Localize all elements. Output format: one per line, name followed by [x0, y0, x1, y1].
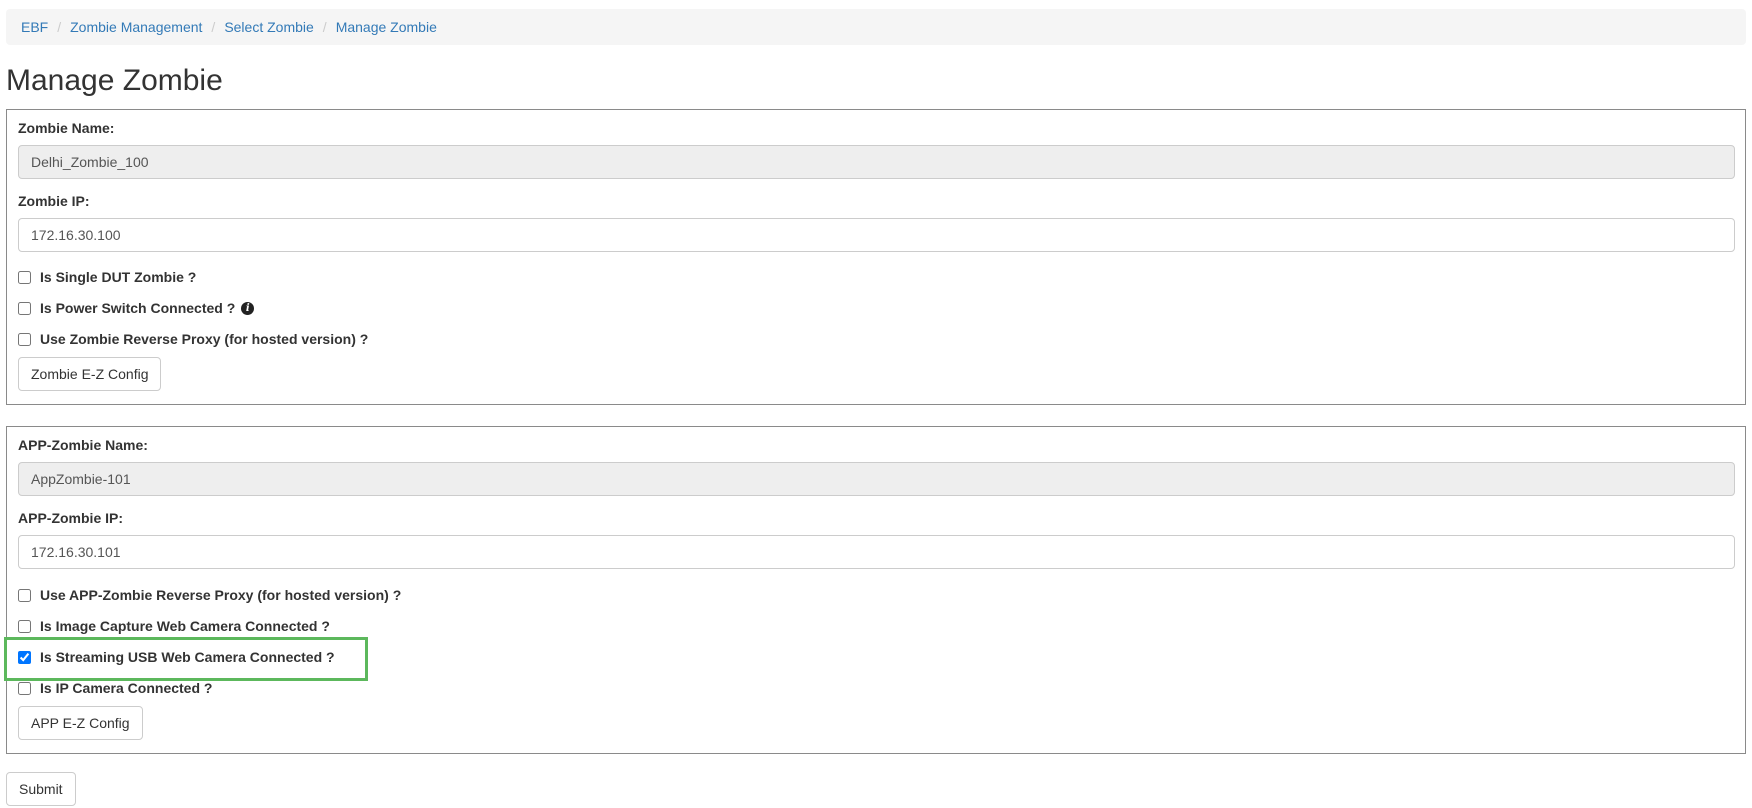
single-dut-checkbox[interactable] [18, 270, 31, 284]
reverse-proxy-label: Use Zombie Reverse Proxy (for hosted ver… [40, 331, 369, 347]
power-switch-row: Is Power Switch Connected ? i [18, 300, 255, 316]
app-reverse-proxy-label: Use APP-Zombie Reverse Proxy (for hosted… [40, 587, 402, 603]
ip-camera-label: Is IP Camera Connected ? [40, 680, 213, 696]
breadcrumb-zombie-management[interactable]: Zombie Management [70, 19, 202, 35]
breadcrumb: EBF / Zombie Management / Select Zombie … [6, 9, 1746, 45]
app-reverse-proxy-checkbox[interactable] [18, 588, 31, 602]
zombie-ez-config-button[interactable]: Zombie E-Z Config [18, 357, 162, 391]
app-zombie-panel: APP-Zombie Name: APP-Zombie IP: Use APP-… [6, 426, 1746, 754]
zombie-ip-input[interactable] [18, 218, 1735, 252]
image-capture-camera-checkbox[interactable] [18, 619, 31, 633]
power-switch-checkbox[interactable] [18, 301, 31, 315]
ip-camera-row: Is IP Camera Connected ? [18, 680, 212, 696]
reverse-proxy-checkbox[interactable] [18, 332, 31, 346]
ip-camera-checkbox[interactable] [18, 681, 31, 695]
app-zombie-name-label: APP-Zombie Name: [18, 437, 148, 453]
breadcrumb-select-zombie[interactable]: Select Zombie [224, 19, 313, 35]
breadcrumb-separator: / [57, 19, 62, 35]
reverse-proxy-row: Use Zombie Reverse Proxy (for hosted ver… [18, 331, 368, 347]
single-dut-label: Is Single DUT Zombie ? [40, 269, 197, 285]
app-ez-config-button[interactable]: APP E-Z Config [18, 706, 143, 740]
info-icon[interactable]: i [241, 301, 255, 315]
app-zombie-name-input[interactable] [18, 462, 1735, 496]
image-capture-camera-row: Is Image Capture Web Camera Connected ? [18, 618, 330, 634]
zombie-name-label: Zombie Name: [18, 120, 115, 136]
app-zombie-ip-label: APP-Zombie IP: [18, 510, 124, 526]
breadcrumb-ebf[interactable]: EBF [21, 19, 48, 35]
single-dut-row: Is Single DUT Zombie ? [18, 269, 196, 285]
breadcrumb-separator: / [322, 19, 327, 35]
zombie-name-input[interactable] [18, 145, 1735, 179]
breadcrumb-separator: / [211, 19, 216, 35]
app-zombie-ip-input[interactable] [18, 535, 1735, 569]
zombie-panel: Zombie Name: Zombie IP: Is Single DUT Zo… [6, 109, 1746, 405]
power-switch-label: Is Power Switch Connected ? [40, 300, 236, 316]
submit-button[interactable]: Submit [6, 772, 76, 806]
breadcrumb-manage-zombie[interactable]: Manage Zombie [336, 19, 437, 35]
highlight-box [4, 637, 368, 681]
page: EBF / Zombie Management / Select Zombie … [0, 0, 1752, 808]
page-title: Manage Zombie [6, 64, 223, 97]
image-capture-camera-label: Is Image Capture Web Camera Connected ? [40, 618, 330, 634]
app-reverse-proxy-row: Use APP-Zombie Reverse Proxy (for hosted… [18, 587, 401, 603]
zombie-ip-label: Zombie IP: [18, 193, 90, 209]
